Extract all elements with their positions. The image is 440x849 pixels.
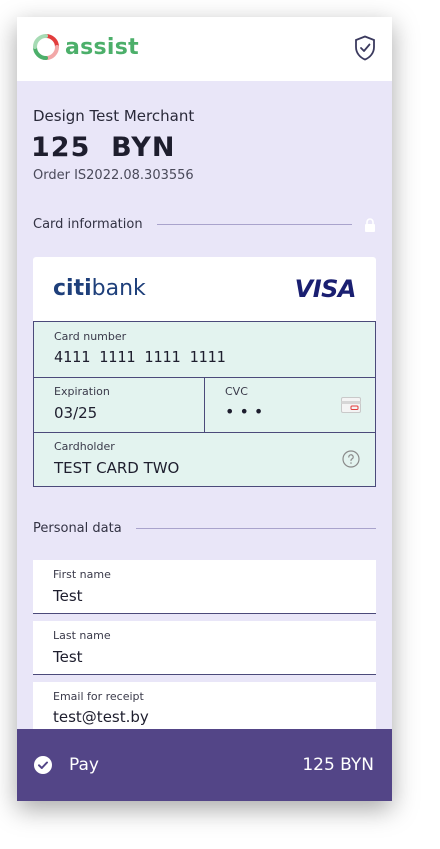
pay-amount: 125 BYN: [302, 755, 374, 775]
divider: [156, 224, 352, 225]
divider: [33, 674, 376, 675]
assist-logo: assist: [33, 31, 139, 63]
check-circle-icon: [34, 756, 52, 774]
top-bar: assist: [17, 17, 392, 81]
expiration-label: Expiration: [54, 385, 110, 398]
cardholder-value: TEST CARD TWO: [54, 459, 180, 477]
shield-check-icon: [355, 35, 375, 61]
expiration-value: 03/25: [54, 404, 98, 422]
order-amount: 125 BYN: [31, 132, 176, 163]
last-name-value: Test: [53, 648, 83, 666]
card-info-header: Card information: [33, 217, 376, 232]
bank-name-prefix: citi: [53, 276, 92, 301]
card-info-title: Card information: [33, 217, 143, 232]
payment-screen: assist Design Test Merchant 125 BYN Orde…: [17, 17, 392, 801]
divider: [33, 613, 376, 614]
card-fields: Card number 4111 1111 1111 1111 Expirati…: [33, 321, 376, 487]
pay-label: Pay: [69, 755, 99, 775]
order-number: Order IS2022.08.303556: [33, 168, 194, 183]
bank-name-suffix: bank: [91, 276, 146, 301]
email-field[interactable]: Email for receipt test@test.by: [33, 682, 376, 736]
logo-text: assist: [65, 34, 139, 60]
cardholder-field[interactable]: Cardholder TEST CARD TWO: [34, 433, 375, 486]
first-name-label: First name: [53, 568, 111, 581]
divider: [135, 528, 376, 529]
card-number-value: 4111 1111 1111 1111: [54, 348, 226, 366]
merchant-name: Design Test Merchant: [33, 107, 195, 125]
card-number-label: Card number: [54, 330, 127, 343]
email-value: test@test.by: [53, 708, 149, 726]
expiration-field[interactable]: Expiration 03/25: [34, 378, 204, 432]
first-name-value: Test: [53, 587, 83, 605]
cvc-label: CVC: [225, 385, 248, 398]
last-name-label: Last name: [53, 629, 111, 642]
assist-logo-mark-icon: [33, 34, 59, 60]
personal-data-header: Personal data: [33, 521, 376, 536]
card-back-icon: [341, 397, 361, 413]
card-number-field[interactable]: Card number 4111 1111 1111 1111: [34, 322, 375, 377]
cvc-field[interactable]: CVC •••: [205, 378, 375, 432]
personal-data-title: Personal data: [33, 521, 122, 536]
visa-logo: VISA: [294, 275, 357, 303]
last-name-field[interactable]: Last name Test: [33, 621, 376, 675]
first-name-field[interactable]: First name Test: [33, 560, 376, 614]
help-icon[interactable]: [342, 450, 360, 468]
cardholder-label: Cardholder: [54, 440, 115, 453]
cvc-value: •••: [225, 402, 269, 421]
card-form: citibank VISA Card number 4111 1111 1111…: [33, 257, 376, 487]
lock-icon: [365, 217, 375, 232]
pay-button[interactable]: Pay 125 BYN: [17, 729, 392, 801]
bank-logo: citibank: [53, 276, 146, 301]
email-label: Email for receipt: [53, 690, 144, 703]
